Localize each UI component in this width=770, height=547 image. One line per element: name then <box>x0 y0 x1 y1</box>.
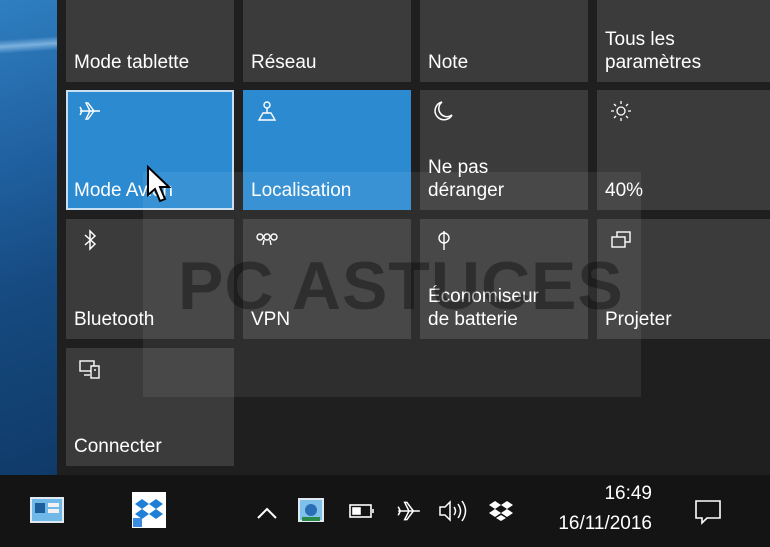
tile-label: VPN <box>251 309 291 330</box>
moon-icon <box>432 99 456 123</box>
battery-saver-icon <box>432 228 456 252</box>
notification-icon[interactable] <box>690 497 726 527</box>
tile-mode-tablette[interactable]: Mode tablette <box>66 0 234 82</box>
tile-label: Note <box>428 52 469 73</box>
tile-label: Ne pas déranger <box>428 157 505 201</box>
tile-tous-les-parametres[interactable]: Tous les paramètres <box>597 0 770 82</box>
tile-label: Réseau <box>251 52 317 73</box>
battery-icon[interactable] <box>346 501 378 521</box>
tile-luminosite[interactable]: 40% <box>597 90 770 210</box>
location-icon <box>255 99 279 123</box>
control-panel-icon[interactable] <box>30 495 64 525</box>
tile-projeter[interactable]: Projeter <box>597 219 770 339</box>
tile-label: Mode tablette <box>74 52 190 73</box>
tile-ne-pas-deranger[interactable]: Ne pas déranger <box>420 90 588 210</box>
bluetooth-icon <box>78 228 102 252</box>
tile-localisation[interactable]: Localisation <box>243 90 411 210</box>
project-icon <box>609 228 633 252</box>
dropbox-app-icon[interactable] <box>131 491 167 529</box>
desktop-light-streak <box>0 36 57 54</box>
brightness-icon <box>609 99 633 123</box>
airplane-mode-tray-icon[interactable] <box>393 497 425 525</box>
vpn-icon <box>255 228 279 252</box>
desktop-background <box>0 0 57 475</box>
clock-date[interactable]: 16/11/2016 <box>545 513 652 535</box>
connect-icon <box>78 357 102 381</box>
tile-label: Bluetooth <box>74 309 155 330</box>
mouse-cursor <box>147 165 172 203</box>
tile-label: 40% <box>605 180 644 201</box>
tile-label: Tous les paramètres <box>605 29 702 73</box>
chevron-up-icon[interactable] <box>254 503 280 523</box>
tile-label: Connecter <box>74 436 162 457</box>
clock-time[interactable]: 16:49 <box>562 483 652 505</box>
tile-label: Projeter <box>605 309 672 330</box>
volume-icon[interactable] <box>436 497 470 525</box>
airplane-icon <box>78 99 102 123</box>
tile-bluetooth[interactable]: Bluetooth <box>66 219 234 339</box>
tile-label: Économiseur de batterie <box>428 286 539 330</box>
taskbar: 16:49 16/11/2016 <box>0 475 770 547</box>
tile-connecter[interactable]: Connecter <box>66 348 234 466</box>
network-app-icon[interactable] <box>296 497 326 525</box>
tile-note[interactable]: Note <box>420 0 588 82</box>
tile-label: Localisation <box>251 180 352 201</box>
tile-reseau[interactable]: Réseau <box>243 0 411 82</box>
tile-vpn[interactable]: VPN <box>243 219 411 339</box>
tile-economiseur-batterie[interactable]: Économiseur de batterie <box>420 219 588 339</box>
dropbox-tray-icon[interactable] <box>486 497 516 525</box>
